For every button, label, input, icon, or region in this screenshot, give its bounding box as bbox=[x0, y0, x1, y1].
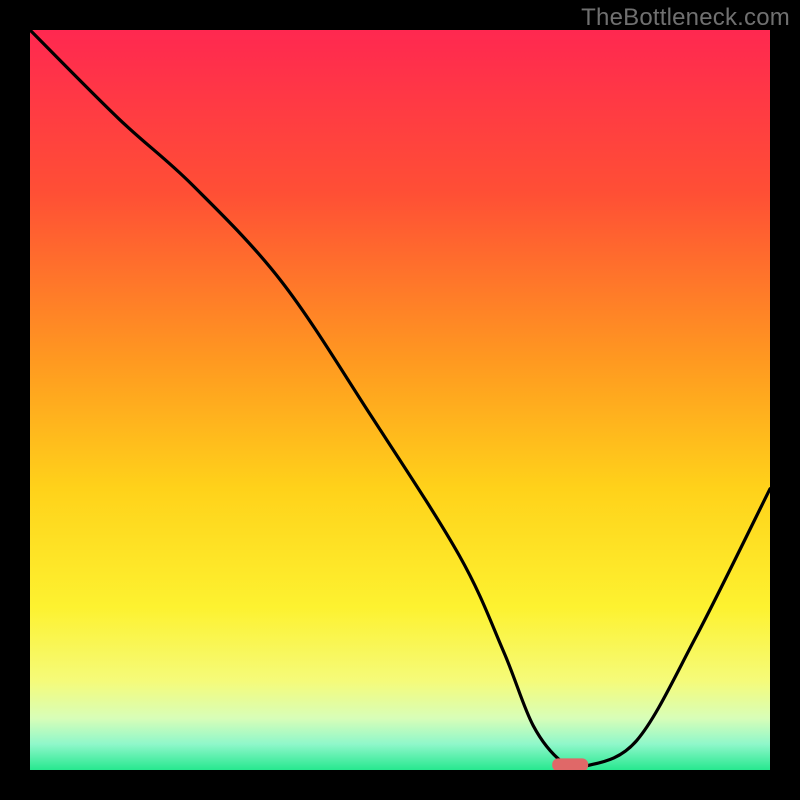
watermark-text: TheBottleneck.com bbox=[581, 4, 790, 32]
chart-plot-area bbox=[30, 30, 770, 770]
optimal-marker bbox=[552, 758, 588, 770]
chart-svg bbox=[30, 30, 770, 770]
